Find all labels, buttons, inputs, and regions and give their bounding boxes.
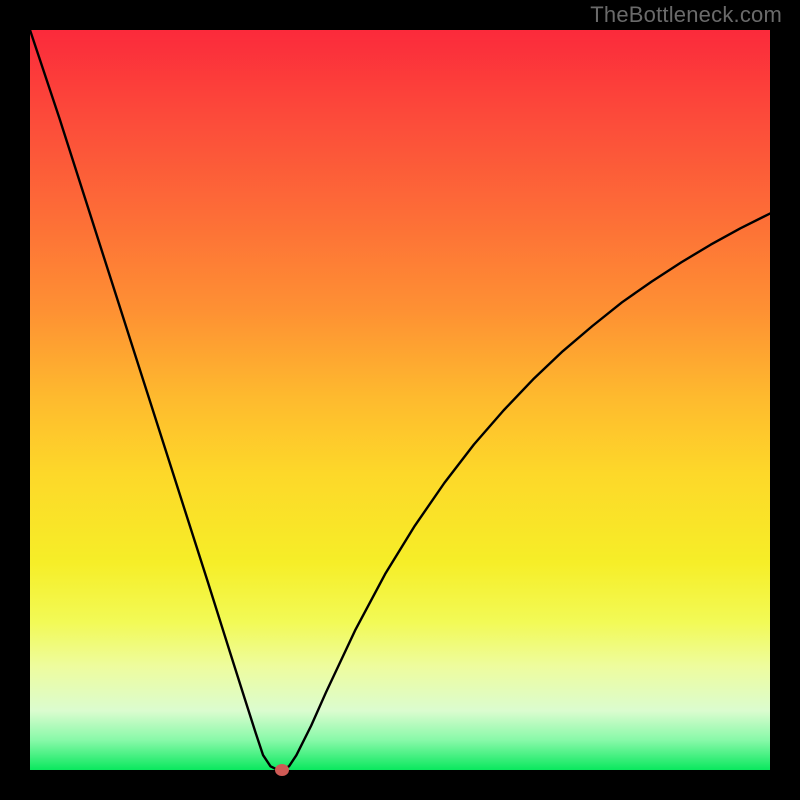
chart-frame: TheBottleneck.com [0, 0, 800, 800]
curve-svg [30, 30, 770, 770]
plot-area [30, 30, 770, 770]
bottleneck-curve [30, 30, 770, 770]
watermark-text: TheBottleneck.com [590, 2, 782, 28]
min-point-marker [275, 764, 289, 776]
